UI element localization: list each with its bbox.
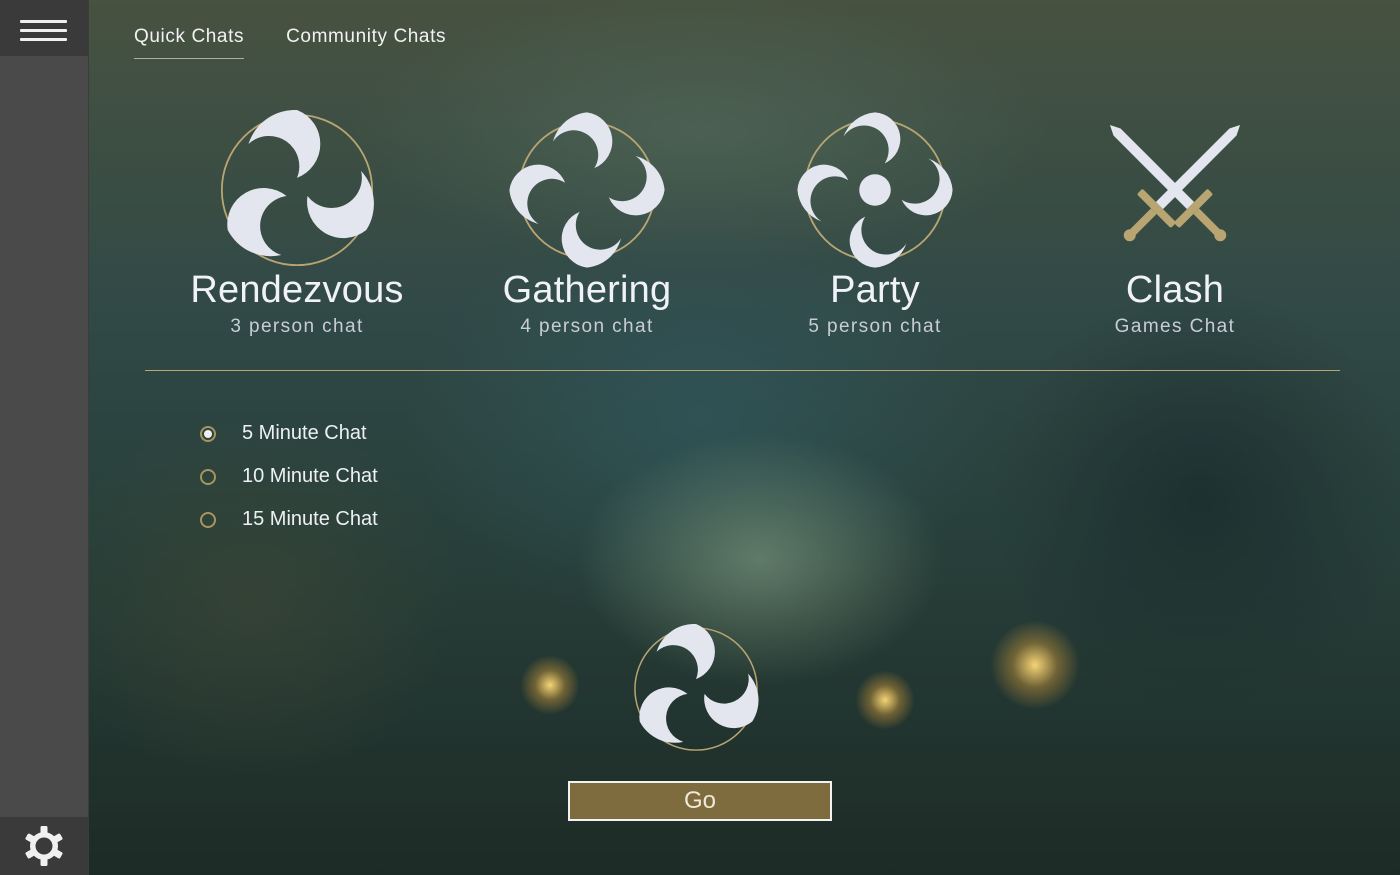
four-swirl-icon	[509, 112, 665, 268]
selected-chat-preview-icon	[634, 624, 759, 751]
settings-button[interactable]	[0, 817, 88, 875]
chat-type-name: Gathering	[502, 269, 672, 311]
duration-option-5[interactable]: 5 Minute Chat	[200, 412, 378, 455]
chat-type-name: Rendezvous	[190, 269, 404, 311]
chat-type-subtitle: 3 person chat	[230, 316, 364, 337]
chat-type-subtitle: 4 person chat	[520, 316, 654, 337]
duration-label: 15 Minute Chat	[242, 508, 378, 530]
duration-option-10[interactable]: 10 Minute Chat	[200, 455, 378, 498]
duration-label: 5 Minute Chat	[242, 422, 367, 444]
chat-type-selector: Rendezvous 3 person chat Gathering 4 per…	[145, 110, 1340, 365]
duration-options: 5 Minute Chat 10 Minute Chat 15 Minute C…	[200, 412, 378, 541]
chat-type-rendezvous[interactable]: Rendezvous 3 person chat	[167, 110, 427, 338]
tab-bar: Quick Chats Community Chats	[134, 26, 446, 59]
chat-type-subtitle: Games Chat	[1114, 316, 1236, 337]
section-divider	[145, 370, 1340, 371]
chat-type-name: Party	[830, 269, 920, 311]
tab-community-chats[interactable]: Community Chats	[286, 26, 446, 59]
lantern-glow	[520, 655, 580, 715]
tab-quick-chats[interactable]: Quick Chats	[134, 26, 245, 59]
five-swirl-icon	[797, 112, 953, 268]
sidebar	[0, 0, 89, 875]
radio-button[interactable]	[200, 468, 216, 485]
radio-button[interactable]	[200, 425, 216, 442]
lantern-glow	[855, 670, 915, 730]
gear-icon	[25, 826, 63, 866]
chat-type-clash[interactable]: Clash Games Chat	[1045, 110, 1305, 338]
chat-type-name: Clash	[1125, 269, 1225, 311]
duration-label: 10 Minute Chat	[242, 465, 378, 487]
duration-option-15[interactable]: 15 Minute Chat	[200, 498, 378, 541]
menu-button[interactable]	[0, 0, 88, 56]
chat-type-subtitle: 5 person chat	[808, 316, 942, 337]
go-button[interactable]: Go	[568, 781, 832, 821]
crossed-swords-icon	[1109, 124, 1241, 242]
chat-type-party[interactable]: Party 5 person chat	[745, 110, 1005, 338]
lantern-glow	[990, 620, 1080, 710]
chat-type-gathering[interactable]: Gathering 4 person chat	[457, 110, 717, 338]
radio-button[interactable]	[200, 511, 216, 528]
three-swirl-icon	[220, 110, 374, 267]
